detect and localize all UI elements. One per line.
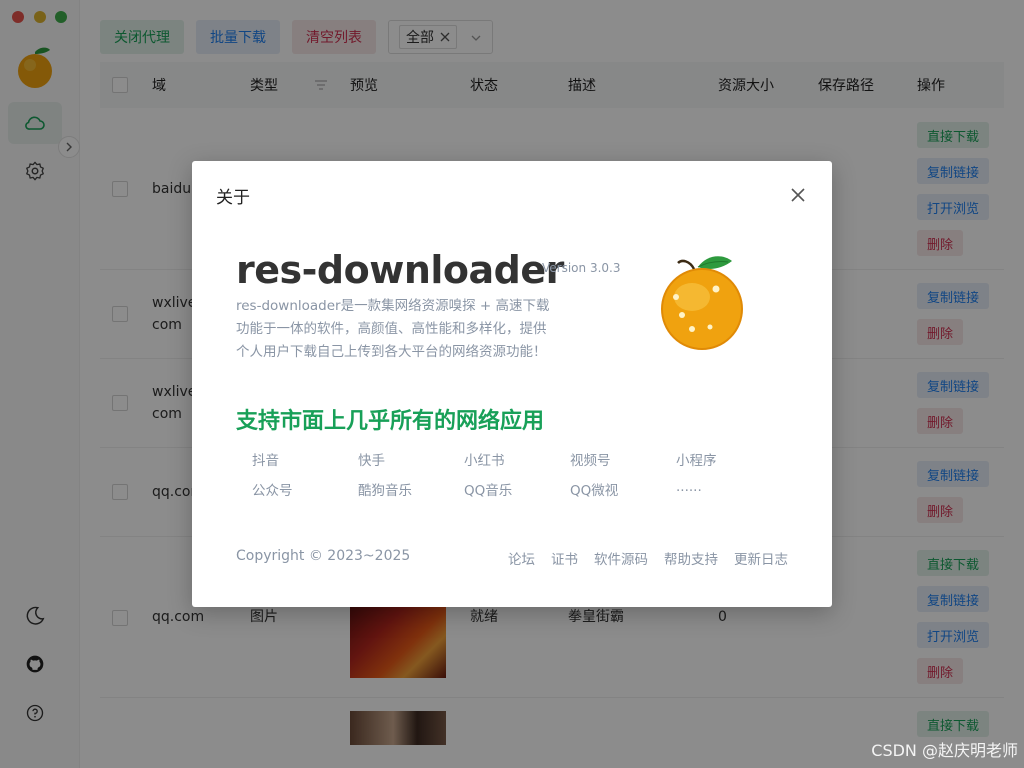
app-description: res-downloader是一款集网络资源嗅探 + 高速下载功能于一体的软件，… [236,298,550,360]
app-item: 视频号 [570,453,611,469]
close-icon[interactable] [790,187,806,203]
watermark: CSDN @赵庆明老师 [871,741,1018,760]
app-item: 酷狗音乐 [358,483,412,499]
app-item: QQ微视 [570,483,619,499]
app-item: 小红书 [464,453,505,469]
dialog-title: 关于 [216,188,250,208]
app-item: 抖音 [252,453,279,469]
app-version: Version 3.0.3 [542,261,621,275]
app-item: 公众号 [252,483,293,499]
app-item: 小程序 [676,453,717,469]
link-source-code[interactable]: 软件源码 [594,548,648,568]
support-heading: 支持市面上几乎所有的网络应用 [236,409,545,434]
app-item: 快手 [358,453,385,469]
app-item: QQ音乐 [464,483,513,499]
about-dialog: 关于 res-downloader Version 3.0.3 res-down… [192,161,832,607]
link-help-support[interactable]: 帮助支持 [664,548,718,568]
supported-apps-list: 抖音 快手 小红书 视频号 小程序 公众号 酷狗音乐 QQ音乐 QQ微视 ...… [252,449,792,499]
link-changelog[interactable]: 更新日志 [734,548,788,568]
link-forum[interactable]: 论坛 [508,548,535,568]
orange-logo-icon [661,256,743,350]
footer-links: 论坛 证书 软件源码 帮助支持 更新日志 [508,548,788,568]
app-item: ...... [676,479,702,495]
app-name: res-downloader [236,248,564,292]
link-certificate[interactable]: 证书 [551,548,578,568]
copyright: Copyright © 2023~2025 [236,548,411,564]
